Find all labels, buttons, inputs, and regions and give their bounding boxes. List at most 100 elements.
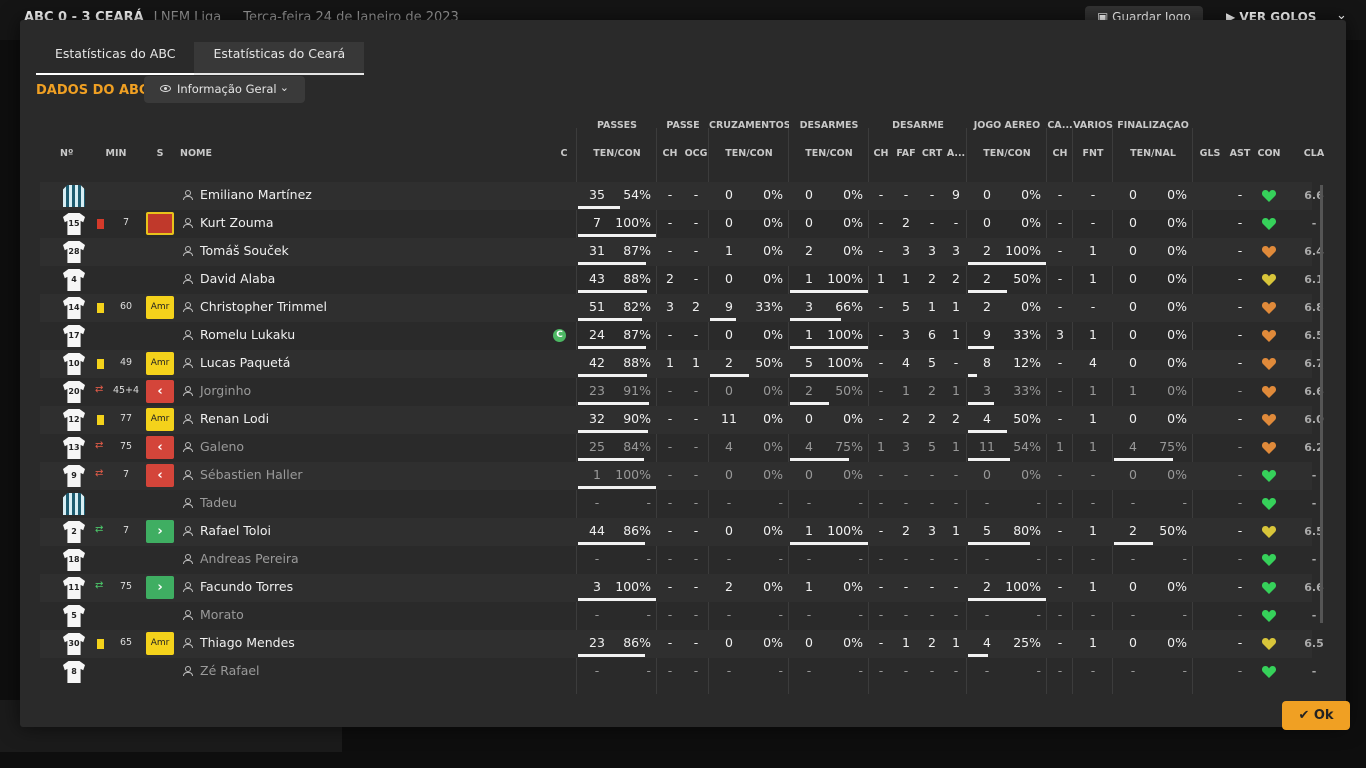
player-name[interactable]: Morato bbox=[200, 602, 244, 630]
player-name[interactable]: Zé Rafael bbox=[200, 658, 260, 686]
fnt: 1 bbox=[1089, 635, 1097, 650]
column-header-pass-tc[interactable]: TEN/CON bbox=[577, 148, 657, 162]
player-name[interactable]: Rafael Toloi bbox=[200, 518, 271, 546]
assists: - bbox=[1237, 579, 1243, 594]
fouls: - bbox=[903, 607, 909, 622]
column-header-s[interactable]: S bbox=[146, 148, 174, 162]
table-row[interactable]: 9 ⇄ 7 ‹ Sébastien Haller 1 100% - -0 0% 0 0% - - - -0 0%… bbox=[40, 462, 1316, 490]
table-row[interactable]: 14 60 Amr Christopher Trimmel 51 82% 3 2 9 33% 3 66… bbox=[40, 294, 1324, 322]
column-header-gls[interactable]: GLS bbox=[1195, 148, 1225, 162]
goals bbox=[1195, 518, 1225, 546]
shirt-number-icon: 2 bbox=[63, 521, 85, 543]
table-row[interactable]: 15 7 Kurt Zouma 7 100% - -0 0% 0 0% -2- -0 0% - -0 0% - - bbox=[40, 210, 1316, 238]
table-row[interactable]: 11 ⇄ 75 › Facundo Torres 3 100% - -2 0% 1 0% - - - -2 10… bbox=[40, 574, 1324, 602]
player-name[interactable]: Kurt Zouma bbox=[200, 210, 273, 238]
player-name[interactable]: Renan Lodi bbox=[200, 406, 269, 434]
ca-ch: - bbox=[1057, 271, 1063, 286]
ok-button[interactable]: ✔ Ok bbox=[1282, 701, 1350, 730]
fnt: - bbox=[1090, 495, 1096, 510]
fnt: - bbox=[1090, 299, 1096, 314]
player-name[interactable]: David Alaba bbox=[200, 266, 275, 294]
player-name[interactable]: Sébastien Haller bbox=[200, 462, 303, 490]
column-header-cla[interactable]: CLA bbox=[1298, 148, 1330, 162]
column-header-d-crt[interactable]: CRT bbox=[919, 148, 945, 162]
column-header-d-a[interactable]: A... bbox=[945, 148, 967, 162]
column-header-var-fnt[interactable]: FNT bbox=[1073, 148, 1113, 162]
player-name[interactable]: Facundo Torres bbox=[200, 574, 293, 602]
column-header-no[interactable]: Nº bbox=[60, 148, 73, 162]
headers-attempts: 2 bbox=[983, 299, 991, 314]
scrollbar[interactable] bbox=[1320, 185, 1323, 623]
ca-ch: - bbox=[1057, 243, 1063, 258]
interceptions: - bbox=[929, 467, 935, 482]
table-row[interactable]: 30 65 Amr Thiago Mendes 23 86% - -0 0% 0 0% -1 2 1 4 25… bbox=[40, 630, 1324, 658]
table-row[interactable]: 8 Zé Rafael - - - - - - - - - - - - - - - - - - - - bbox=[40, 658, 1316, 686]
player-rating: 6.5 bbox=[1304, 525, 1324, 538]
column-header-ast[interactable]: AST bbox=[1225, 148, 1255, 162]
player-name[interactable]: Andreas Pereira bbox=[200, 546, 299, 574]
column-header-con[interactable]: CON bbox=[1254, 148, 1284, 162]
group-header-desarmes: DESARMES bbox=[799, 120, 859, 131]
player-name[interactable]: Lucas Paquetá bbox=[200, 350, 290, 378]
column-header-passe-ocg[interactable]: OCG bbox=[683, 148, 709, 162]
table-row[interactable]: 5 Morato - - - - - - - - - - - - - - - - - - - - bbox=[40, 602, 1316, 630]
interceptions: 2 bbox=[928, 383, 936, 398]
tab-abc-stats[interactable]: Estatísticas do ABC bbox=[36, 42, 195, 75]
crosses-pct: 0% bbox=[763, 243, 783, 258]
crosses-attempts: 0 bbox=[725, 523, 733, 538]
column-header-ca-ch[interactable]: CH bbox=[1047, 148, 1073, 162]
column-header-nome[interactable]: NOME bbox=[180, 148, 212, 162]
chances-created: - bbox=[693, 411, 699, 426]
key-passes: - bbox=[667, 411, 673, 426]
player-rating: 6.7 bbox=[1304, 357, 1324, 370]
column-header-aer-tc[interactable]: TEN/CON bbox=[967, 148, 1047, 162]
tackles-attempts: 0 bbox=[805, 187, 813, 202]
goalkeeper-shirt-icon bbox=[63, 493, 85, 515]
column-header-fin-tn[interactable]: TEN/NAL bbox=[1113, 148, 1193, 162]
blocks: 2 bbox=[952, 411, 960, 426]
chances-created: - bbox=[693, 243, 699, 258]
player-name[interactable]: Jorginho bbox=[200, 378, 251, 406]
player-name[interactable]: Tomáš Souček bbox=[200, 238, 289, 266]
crosses-pct: - bbox=[778, 551, 783, 566]
table-row[interactable]: 2 ⇄ 7 › Rafael Toloi 44 86% - -0 0% 1 100% -2 3 1 5 80% -… bbox=[40, 518, 1324, 546]
table-row[interactable]: 20 ⇄ 45+4 ‹ Jorginho 23 91% - -0 0% 2 50% -1 2 1 3 33% -1… bbox=[40, 378, 1324, 406]
table-row[interactable]: 13 ⇄ 75 ‹ Galeno 25 84% - -4 0% 4 75% 1 3 5 1 11 54% 1 1 4 75… bbox=[40, 434, 1324, 462]
fnt: 1 bbox=[1089, 439, 1097, 454]
tab-ceara-stats[interactable]: Estatísticas do Ceará bbox=[194, 42, 365, 75]
table-row[interactable]: Tadeu - - - - - - - - - - - - - - - - - - - - bbox=[40, 490, 1316, 518]
morale-heart-icon bbox=[1261, 442, 1277, 454]
table-row[interactable]: Emiliano Martínez 35 54% - -0 0% 0 0% - - -9 0 0% - -0… bbox=[40, 182, 1324, 210]
column-header-min[interactable]: MIN bbox=[96, 148, 136, 162]
chances-created: 2 bbox=[692, 299, 700, 314]
column-header-d-ch[interactable]: CH bbox=[869, 148, 893, 162]
table-row[interactable]: 18 Andreas Pereira - - - - - - - - - - - - - - - - - - - - bbox=[40, 546, 1316, 574]
table-row[interactable]: 10 49 Amr Lucas Paquetá 42 88% 1 1 2 50% 5 100% -4 5-… bbox=[40, 350, 1324, 378]
tackle-ch: - bbox=[878, 187, 884, 202]
tackles-attempts: 0 bbox=[805, 411, 813, 426]
player-name[interactable]: Galeno bbox=[200, 434, 244, 462]
view-select[interactable]: Informação Geral ⌄ bbox=[144, 76, 305, 103]
blocks: 3 bbox=[952, 243, 960, 258]
table-row[interactable]: 17 Romelu Lukaku C 24 87% - -0 0% 1 100% -3 6 1 9 33% 3… bbox=[40, 322, 1324, 350]
column-header-cruz-tc[interactable]: TEN/CON bbox=[709, 148, 789, 162]
shots-attempts: 1 bbox=[1129, 383, 1137, 398]
passes-pct: - bbox=[646, 607, 651, 622]
sub-out-icon: ⇄ bbox=[95, 440, 103, 451]
passes-bar bbox=[578, 486, 656, 489]
fnt: 1 bbox=[1089, 383, 1097, 398]
table-row[interactable]: 4 David Alaba 43 88% 2-0 0% 1 100% 1 1 2 2 2 50% -1 0 0%… bbox=[40, 266, 1324, 294]
table-row[interactable]: 28 Tomáš Souček 31 87% - -1 0% 2 0% -3 3 3 2 100% -1 0 0… bbox=[40, 238, 1324, 266]
column-header-d-faf[interactable]: FAF bbox=[893, 148, 919, 162]
player-name[interactable]: Tadeu bbox=[200, 490, 237, 518]
column-header-c[interactable]: C bbox=[554, 148, 574, 162]
player-name[interactable]: Romelu Lukaku bbox=[200, 322, 295, 350]
column-header-passe-ch[interactable]: CH bbox=[657, 148, 683, 162]
player-name[interactable]: Christopher Trimmel bbox=[200, 294, 327, 322]
table-row[interactable]: 12 77 Amr Renan Lodi 32 90% - -11 0% 0 0% -2 2 2 4 50% -… bbox=[40, 406, 1324, 434]
key-passes: - bbox=[667, 495, 673, 510]
interceptions: - bbox=[929, 215, 935, 230]
player-name[interactable]: Emiliano Martínez bbox=[200, 182, 312, 210]
player-name[interactable]: Thiago Mendes bbox=[200, 630, 295, 658]
column-header-des-tc[interactable]: TEN/CON bbox=[789, 148, 869, 162]
